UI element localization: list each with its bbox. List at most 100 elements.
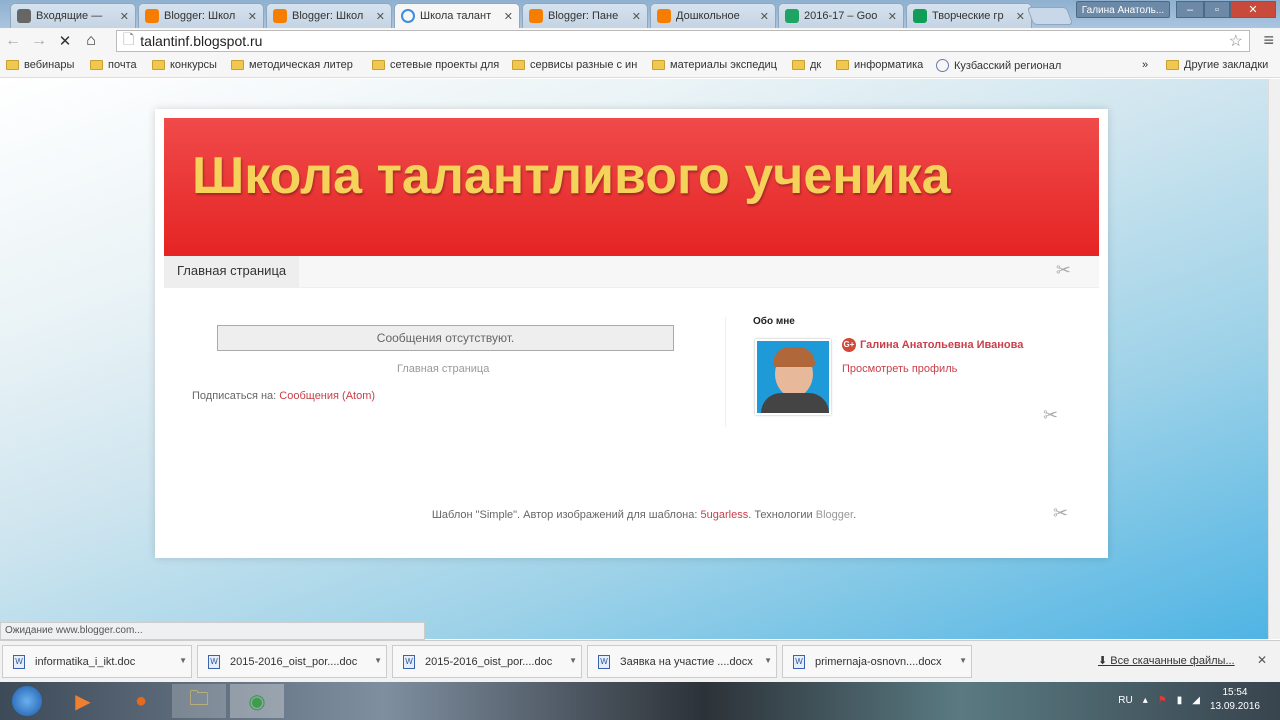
browser-tab[interactable]: Blogger: Школ ✕ <box>138 3 264 28</box>
taskbar: ▶ ● 🗀 ◉ RU ▴ ⚑ ▮ ◢ 15:54 13.09.2016 <box>0 682 1280 720</box>
home-page-tab[interactable]: Главная страница <box>164 256 300 287</box>
forward-button[interactable]: → <box>26 32 52 50</box>
new-tab-button[interactable] <box>1026 7 1074 25</box>
close-tab-icon[interactable]: ✕ <box>120 10 129 23</box>
tab-title: Творческие гр <box>932 10 1004 22</box>
clock[interactable]: 15:54 13.09.2016 <box>1210 686 1260 714</box>
all-downloads-link[interactable]: ⬇ Все скачанные файлы... <box>1098 654 1235 667</box>
close-tab-icon[interactable]: ✕ <box>888 10 897 23</box>
close-tab-icon[interactable]: ✕ <box>760 10 769 23</box>
firefox-icon[interactable]: ● <box>114 684 168 718</box>
bookmark-label: сервисы разные с ин <box>530 59 638 71</box>
download-item[interactable]: Wprimernaja-osnovn....docx ▼ <box>782 645 972 678</box>
bookmark-label: методическая литер <box>249 59 353 71</box>
close-tab-icon[interactable]: ✕ <box>1016 10 1025 23</box>
view-profile-link[interactable]: Просмотреть профиль <box>842 363 957 375</box>
stop-button[interactable]: ✕ <box>52 32 78 50</box>
folder-icon <box>836 60 849 70</box>
sugarless-link[interactable]: 5ugarless <box>701 509 749 521</box>
download-options-chevron-icon[interactable]: ▼ <box>569 656 577 665</box>
edit-wrench-icon[interactable]: ✂ <box>1056 260 1071 281</box>
more-bookmarks-button[interactable]: » <box>1142 59 1148 71</box>
download-item[interactable]: Winformatika_i_ikt.doc ▼ <box>2 645 192 678</box>
menu-icon[interactable]: ≡ <box>1263 30 1274 51</box>
bookmark-label: почта <box>108 59 137 71</box>
volume-icon[interactable]: ◢ <box>1192 695 1200 706</box>
close-tab-icon[interactable]: ✕ <box>632 10 641 23</box>
bookmark-label: конкурсы <box>170 59 217 71</box>
close-tab-icon[interactable]: ✕ <box>504 10 513 23</box>
chrome-icon[interactable]: ◉ <box>230 684 284 718</box>
bookmark-item[interactable]: информатика <box>836 59 923 71</box>
minimize-button[interactable]: – <box>1176 1 1204 18</box>
download-options-chevron-icon[interactable]: ▼ <box>764 656 772 665</box>
bookmark-item[interactable]: сетевые проекты для <box>372 59 499 71</box>
all-downloads-label: Все скачанные файлы... <box>1110 655 1235 667</box>
download-options-chevron-icon[interactable]: ▼ <box>959 656 967 665</box>
browser-tab[interactable]: Blogger: Пане ✕ <box>522 3 648 28</box>
blog-container: Школа талантливого ученика Главная стран… <box>155 109 1108 558</box>
home-button[interactable]: ⌂ <box>78 32 104 50</box>
bookmark-item[interactable]: методическая литер <box>231 59 353 71</box>
bookmark-item[interactable]: Кузбасский регионал <box>936 59 1061 72</box>
network-icon[interactable]: ▮ <box>1177 695 1183 706</box>
language-indicator[interactable]: RU <box>1118 695 1132 706</box>
bookmark-item[interactable]: дк <box>792 59 821 71</box>
download-options-chevron-icon[interactable]: ▼ <box>179 656 187 665</box>
edit-wrench-icon[interactable]: ✂ <box>1053 503 1068 524</box>
download-filename: 2015-2016_oist_por....doc <box>230 655 358 668</box>
bookmark-label: дк <box>810 59 822 71</box>
word-doc-icon: W <box>598 654 610 669</box>
bookmark-item[interactable]: вебинары <box>6 59 74 71</box>
browser-tab[interactable]: Дошкольное ✕ <box>650 3 776 28</box>
media-player-icon[interactable]: ▶ <box>56 684 110 718</box>
tab-title: Входящие — <box>36 10 103 22</box>
other-bookmarks[interactable]: Другие закладки <box>1166 59 1268 71</box>
maximize-button[interactable]: ▫ <box>1204 1 1230 18</box>
browser-tab[interactable]: Blogger: Школ ✕ <box>266 3 392 28</box>
close-downloads-button[interactable]: ✕ <box>1257 653 1267 667</box>
pages-bar: Главная страница ✂ <box>164 256 1099 288</box>
blogger-link[interactable]: Blogger <box>816 509 853 521</box>
bookmark-star-icon[interactable]: ☆ <box>1229 31 1243 51</box>
browser-tab[interactable]: Творческие гр ✕ <box>906 3 1032 28</box>
browser-tab[interactable]: 2016-17 – Goo ✕ <box>778 3 904 28</box>
date: 13.09.2016 <box>1209 701 1260 712</box>
profile-button[interactable]: Галина Анатоль... <box>1076 1 1170 18</box>
footer-text: . <box>853 509 857 521</box>
download-options-chevron-icon[interactable]: ▼ <box>374 656 382 665</box>
bookmark-item[interactable]: конкурсы <box>152 59 217 71</box>
subscribe-line: Подписаться на: Сообщения (Atom) <box>192 390 375 402</box>
word-doc-icon: W <box>208 654 220 669</box>
author-link[interactable]: G+ Галина Анатольевна Иванова <box>842 338 1023 352</box>
author-photo[interactable] <box>755 339 831 415</box>
blogger-icon <box>145 9 159 23</box>
edit-wrench-icon[interactable]: ✂ <box>1043 405 1058 426</box>
tray-expand-icon[interactable]: ▴ <box>1143 695 1148 706</box>
close-window-button[interactable]: ✕ <box>1230 1 1276 18</box>
close-tab-icon[interactable]: ✕ <box>248 10 257 23</box>
home-page-link[interactable]: Главная страница <box>397 363 489 375</box>
bookmark-item[interactable]: материалы экспедиц <box>652 59 777 71</box>
back-button[interactable]: ← <box>0 32 26 50</box>
sidebar-divider <box>725 317 726 427</box>
browser-tab[interactable]: Школа талант ✕ <box>394 3 520 28</box>
bookmark-item[interactable]: почта <box>90 59 137 71</box>
bookmark-item[interactable]: сервисы разные с ин <box>512 59 637 71</box>
word-doc-icon: W <box>403 654 415 669</box>
vertical-scrollbar[interactable] <box>1268 79 1280 639</box>
download-item[interactable]: W 2015-2016_oist_por....doc ▼ <box>197 645 387 678</box>
blog-title[interactable]: Школа талантливого ученика <box>192 146 951 206</box>
close-tab-icon[interactable]: ✕ <box>376 10 385 23</box>
browser-tab[interactable]: Входящие — ✕ <box>10 3 136 28</box>
address-bar[interactable]: 🗋 talantinf.blogspot.ru ☆ <box>116 30 1250 52</box>
tab-title: Школа талант <box>420 10 492 22</box>
explorer-icon[interactable]: 🗀 <box>172 684 226 718</box>
tab-title: 2016-17 – Goo <box>804 10 878 22</box>
footer-text: Шаблон "Simple". Автор изображений для ш… <box>431 509 698 521</box>
flag-icon[interactable]: ⚑ <box>1158 695 1167 706</box>
start-button[interactable] <box>0 684 54 718</box>
atom-feed-link[interactable]: Сообщения (Atom) <box>279 390 375 402</box>
download-item[interactable]: W 2015-2016_oist_por....doc ▼ <box>392 645 582 678</box>
download-item[interactable]: W Заявка на участие ....docx ▼ <box>587 645 777 678</box>
